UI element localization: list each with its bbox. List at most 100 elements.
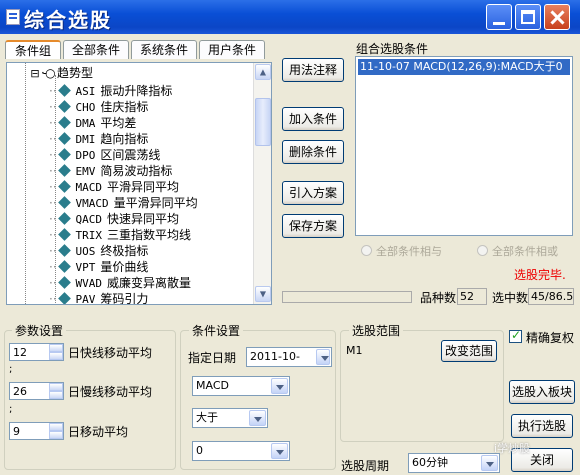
tree-item-name: 终极指标: [100, 244, 149, 258]
tree-item[interactable]: ·· PAV 筹码引力: [49, 291, 148, 305]
selected-count-label: 选中数: [492, 291, 529, 305]
slow-ma-value[interactable]: 26: [13, 385, 27, 398]
indicator-select[interactable]: MACD: [192, 376, 290, 396]
app-icon: [6, 9, 20, 25]
threshold-select[interactable]: 0: [192, 441, 290, 461]
ma-label: 日移动平均: [68, 425, 129, 439]
tree-item-code: WVAD: [75, 277, 102, 290]
tree-item-code: PAV: [75, 293, 96, 305]
tree-item-code: QACD: [75, 213, 102, 226]
all-or-label: 全部条件相或: [492, 245, 558, 258]
slow-ma-spin[interactable]: 26: [9, 382, 64, 400]
tree-line: [25, 63, 26, 304]
status-done-text: 选股完毕.: [514, 268, 566, 282]
indicator-node-icon: [58, 276, 72, 289]
ma-spin[interactable]: 9: [9, 422, 64, 440]
save-plan-button[interactable]: 保存方案: [282, 214, 344, 238]
tree-item[interactable]: ·· CHO 佳庆指标: [49, 99, 148, 115]
window-title: 综合选股: [24, 8, 112, 32]
tree-item[interactable]: ·· WVAD 威廉变异离散量: [49, 275, 191, 291]
tree-item-name: 趋向指标: [100, 132, 149, 146]
tree-item-name: 简易波动指标: [100, 164, 173, 178]
tree-item-code: VPT: [75, 261, 96, 274]
range-label: 选股范围: [349, 322, 404, 339]
ma-value[interactable]: 9: [13, 425, 20, 438]
execute-button[interactable]: 执行选股: [511, 414, 573, 438]
indicator-value[interactable]: MACD: [196, 379, 229, 392]
variety-count-value: 52: [457, 288, 487, 305]
delete-condition-button[interactable]: 删除条件: [282, 140, 344, 164]
close-window-button[interactable]: [544, 4, 570, 30]
tree-item[interactable]: ·· ASI 振动升降指标: [49, 83, 172, 99]
tree-group-label: 趋势型: [57, 66, 94, 80]
tree-item[interactable]: ·· VMACD 量平滑异同平均: [49, 195, 198, 211]
tree-group-trend[interactable]: ⊟·-○ 趋势型: [29, 65, 93, 81]
tree-scrollbar[interactable]: ▲ ▼: [253, 63, 271, 304]
scroll-thumb[interactable]: [255, 98, 271, 146]
fast-ma-label: 日快线移动平均: [68, 346, 153, 360]
tree-item-name: 平滑异同平均: [106, 180, 179, 194]
tree-item[interactable]: ·· UOS 终极指标: [49, 243, 148, 259]
maximize-button[interactable]: [515, 4, 541, 30]
indicator-node-icon: [58, 100, 72, 113]
indicator-node-icon: [58, 116, 72, 129]
tree-item-name: 三重指数平均线: [106, 228, 191, 242]
tree-item[interactable]: ·· QACD 快速异同平均: [49, 211, 179, 227]
tree-item-name: 量价曲线: [100, 260, 149, 274]
indicator-node-icon: [58, 84, 72, 97]
tree-item[interactable]: ·· MACD 平滑异同平均: [49, 179, 179, 195]
tree-item-code: DPO: [75, 149, 96, 162]
indicator-tree[interactable]: ⊟·-○ 趋势型 ·· ASI 振动升降指标 ·· CHO 佳庆指标 ·· DMA 平均差 ·…: [6, 62, 272, 305]
combo-condition-item[interactable]: 11-10-07 MACD(12,26,9):MACD大于0: [358, 59, 570, 75]
date-value[interactable]: 2011-10-: [250, 350, 300, 363]
tree-item[interactable]: ·· DMA 平均差: [49, 115, 136, 131]
combo-conditions-list[interactable]: 11-10-07 MACD(12,26,9):MACD大于0: [355, 56, 573, 236]
tab-condition-group[interactable]: 条件组: [5, 40, 61, 59]
period-value[interactable]: 60分钟: [412, 456, 448, 469]
variety-count-label: 品种数: [420, 291, 457, 305]
add-to-board-button[interactable]: 选股入板块: [509, 380, 575, 404]
import-plan-button[interactable]: 引入方案: [282, 181, 344, 205]
tree-item-code: EMV: [75, 165, 96, 178]
indicator-node-icon: [58, 260, 72, 273]
compare-select[interactable]: 大于: [192, 408, 268, 428]
tree-item-name: 威廉变异离散量: [106, 276, 191, 290]
tree-item[interactable]: ·· DMI 趋向指标: [49, 131, 148, 147]
usage-notes-button[interactable]: 用法注释: [282, 58, 344, 82]
condition-settings-label: 条件设置: [189, 322, 244, 339]
tab-user-conditions[interactable]: 用户条件: [199, 40, 265, 59]
separator-mark: ;: [9, 404, 13, 415]
radio-all-or[interactable]: [477, 245, 488, 256]
date-picker[interactable]: 2011-10-: [246, 347, 332, 367]
add-condition-button[interactable]: 加入条件: [282, 107, 344, 131]
change-range-button[interactable]: 改变范围: [441, 340, 497, 362]
indicator-node-icon: [58, 292, 72, 304]
period-label: 选股周期: [341, 459, 390, 473]
combo-conditions-label: 组合选股条件: [356, 42, 429, 56]
tree-item-code: UOS: [75, 245, 96, 258]
compare-value[interactable]: 大于: [196, 411, 218, 424]
tree-item[interactable]: ·· DPO 区间震荡线: [49, 147, 160, 163]
period-select[interactable]: 60分钟: [408, 453, 500, 473]
scroll-up-button[interactable]: ▲: [255, 64, 271, 80]
scroll-down-button[interactable]: ▼: [255, 286, 271, 302]
tree-item[interactable]: ·· VPT 量价曲线: [49, 259, 148, 275]
tree-item-name: 快速异同平均: [106, 212, 179, 226]
minimize-button[interactable]: [486, 4, 512, 30]
tree-item[interactable]: ·· EMV 简易波动指标: [49, 163, 172, 179]
indicator-node-icon: [58, 148, 72, 161]
threshold-value[interactable]: 0: [196, 444, 203, 457]
slow-ma-label: 日慢线移动平均: [68, 385, 153, 399]
tab-all-conditions[interactable]: 全部条件: [63, 40, 129, 59]
tree-item-name: 佳庆指标: [100, 100, 149, 114]
tab-system-conditions[interactable]: 系统条件: [131, 40, 197, 59]
accurate-restore-checkbox[interactable]: [509, 328, 522, 343]
fast-ma-value[interactable]: 12: [13, 346, 27, 359]
indicator-node-icon: [58, 164, 72, 177]
tree-item[interactable]: ·· TRIX 三重指数平均线: [49, 227, 191, 243]
fast-ma-spin[interactable]: 12: [9, 343, 64, 361]
watermark: i学炒股: [494, 442, 531, 455]
range-value: M1: [346, 344, 363, 357]
separator-mark: ;: [9, 364, 13, 375]
radio-all-and[interactable]: [361, 245, 372, 256]
